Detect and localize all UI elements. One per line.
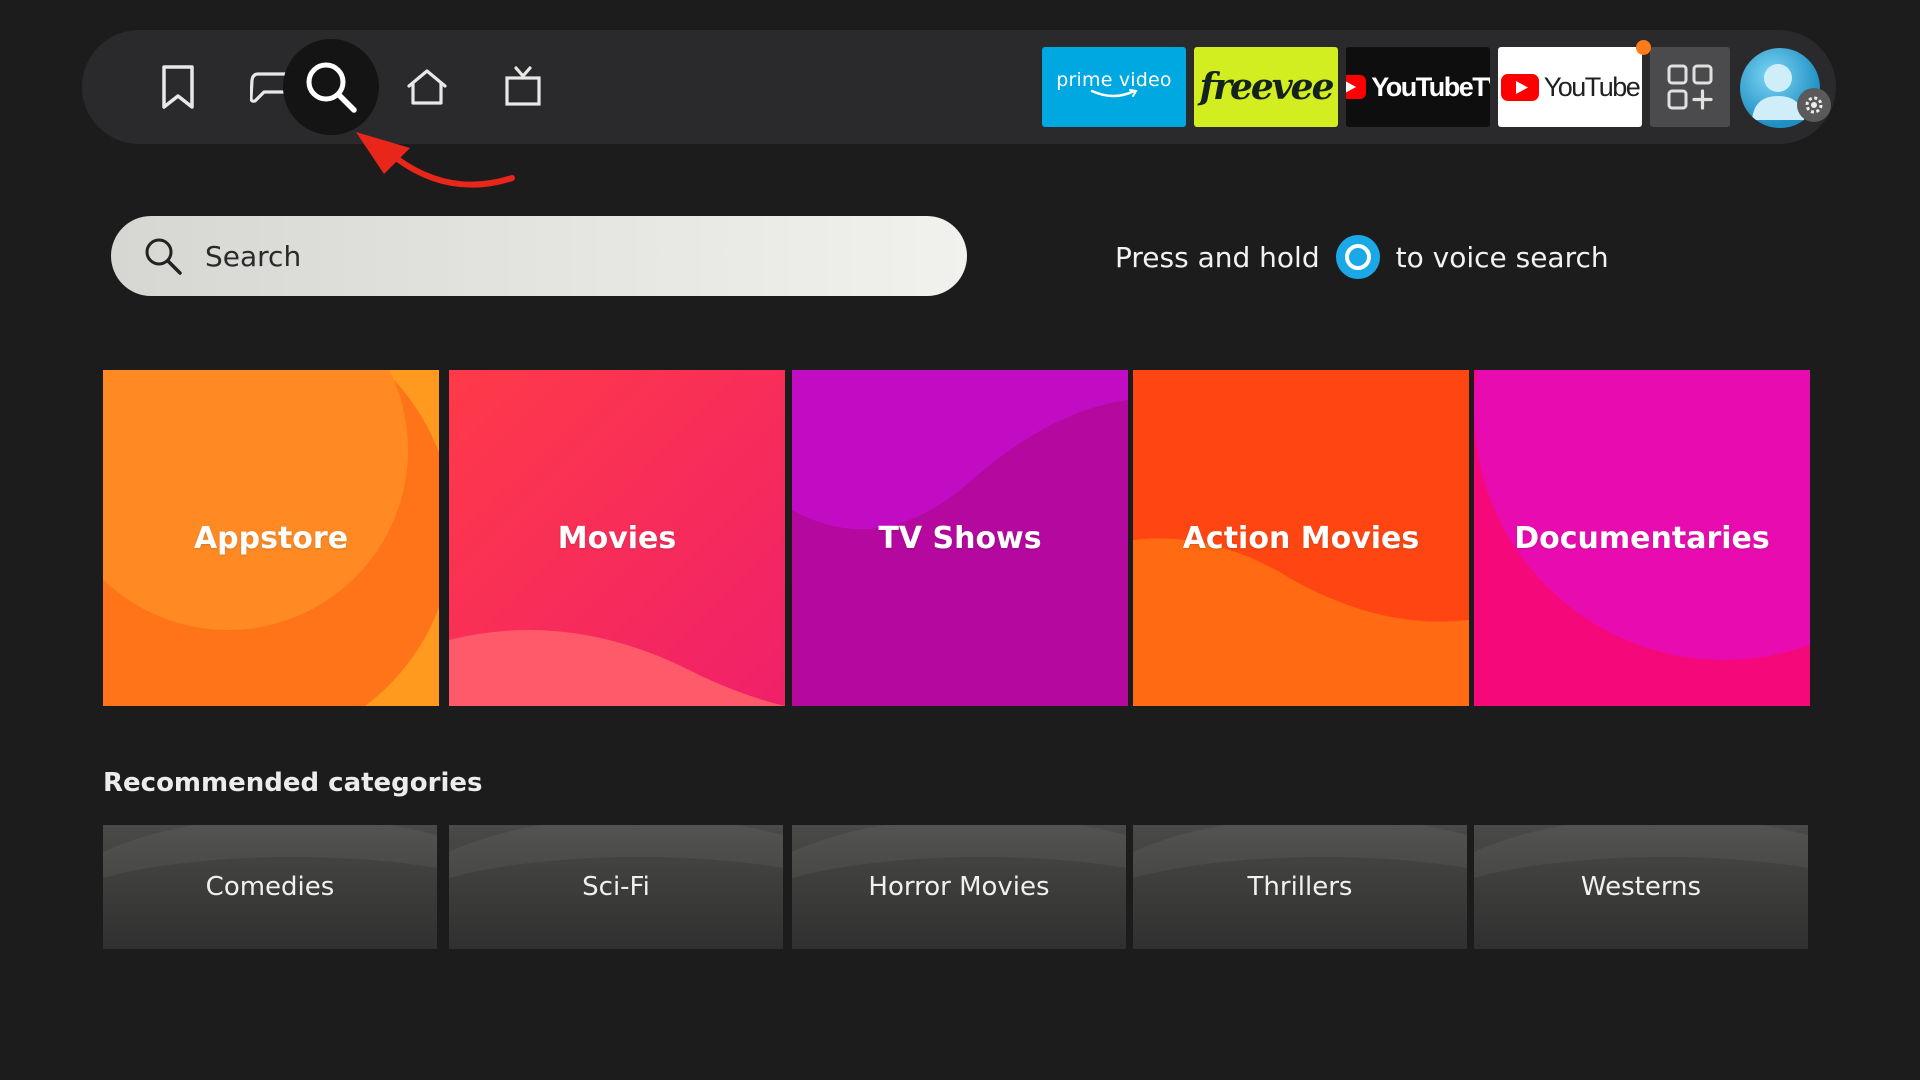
recommended-westerns[interactable]: Westerns [1474, 825, 1808, 949]
youtube-tv-logo-text: YouTubeTV [1371, 71, 1490, 102]
alexa-icon [1335, 235, 1380, 279]
category-label: Appstore [193, 520, 349, 556]
prime-video-logo: prime video [1056, 69, 1172, 91]
category-documentaries[interactable]: Documentaries [1474, 370, 1810, 706]
voice-hint-after: to voice search [1395, 240, 1609, 274]
recommended-label: Sci-Fi [582, 872, 650, 902]
recommended-label: Horror Movies [868, 872, 1050, 902]
search-placeholder: Search [205, 239, 302, 273]
category-action-movies[interactable]: Action Movies [1133, 370, 1469, 706]
notification-dot [1636, 40, 1651, 55]
recommended-label: Thrillers [1247, 872, 1353, 902]
voice-search-hint: Press and hold to voice search [1115, 229, 1609, 285]
recommended-horror-movies[interactable]: Horror Movies [792, 825, 1126, 949]
search-icon [145, 238, 182, 275]
freevee-logo: freevee [1199, 66, 1335, 108]
youtube-play-icon [1500, 73, 1539, 101]
bookmark-icon[interactable] [130, 39, 226, 135]
youtube-tv-app-tile[interactable]: YouTubeTV [1346, 47, 1490, 127]
recommended-thrillers[interactable]: Thrillers [1133, 825, 1467, 949]
freevee-app-tile[interactable]: freevee [1194, 47, 1338, 127]
prime-video-app-tile[interactable]: prime video [1042, 47, 1186, 127]
apps-grid-icon[interactable] [1650, 47, 1730, 127]
recommended-label: Westerns [1580, 872, 1702, 902]
settings-gear-icon[interactable] [1797, 88, 1831, 122]
category-label: Movies [557, 520, 677, 556]
youtube-play-icon [1346, 75, 1367, 99]
category-label: Action Movies [1182, 520, 1420, 556]
recommended-label: Comedies [205, 872, 335, 902]
voice-hint-before: Press and hold [1115, 240, 1320, 274]
category-movies[interactable]: Movies [449, 370, 785, 706]
youtube-logo-text: YouTube [1543, 71, 1641, 102]
category-label: Documentaries [1514, 520, 1770, 556]
recommended-sci-fi[interactable]: Sci-Fi [449, 825, 783, 949]
annotation-arrow [356, 132, 515, 188]
youtube-app-tile[interactable]: YouTube [1498, 47, 1642, 127]
category-tv-shows[interactable]: TV Shows [792, 370, 1128, 706]
category-label: TV Shows [878, 520, 1042, 556]
recommended-comedies[interactable]: Comedies [103, 825, 437, 949]
recommended-categories-heading: Recommended categories [103, 768, 483, 798]
category-appstore[interactable]: Appstore [103, 370, 439, 706]
search-input[interactable]: Search [111, 216, 967, 296]
